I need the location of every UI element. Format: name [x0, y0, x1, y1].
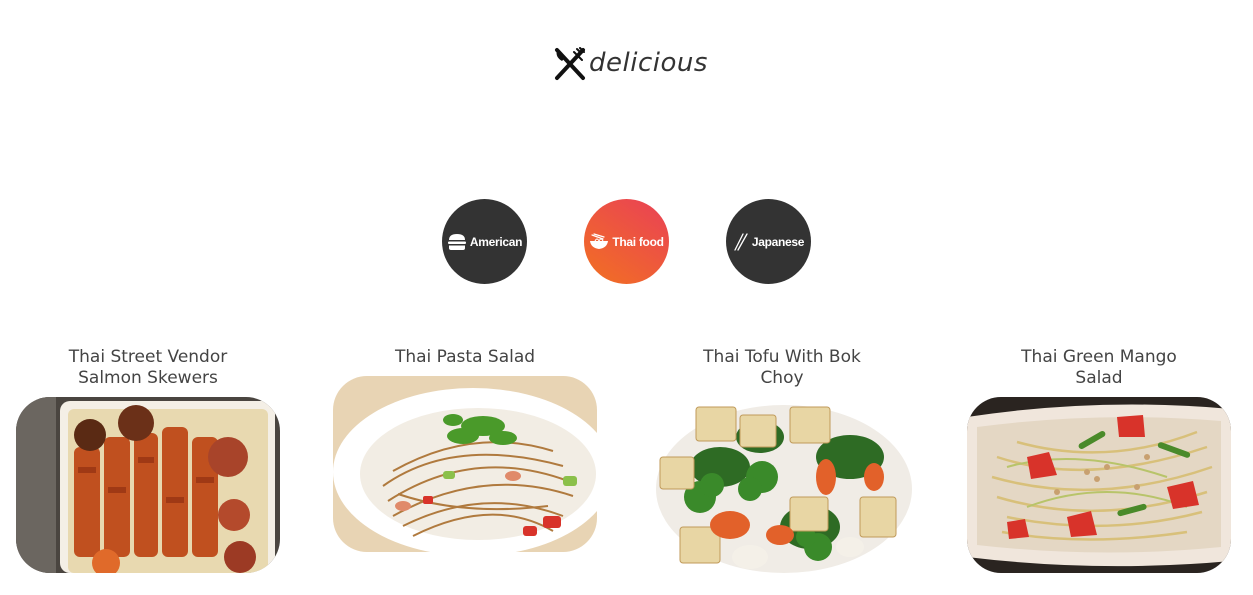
recipe-card[interactable]: Thai Street Vendor Salmon Skewers: [16, 347, 280, 573]
noodle-bowl-icon: [589, 232, 609, 251]
cuisine-label: American: [469, 234, 523, 249]
logo-text: delicious: [589, 48, 708, 78]
cuisine-nav: American Thai food Japanese: [0, 199, 1253, 284]
recipe-image[interactable]: [967, 397, 1231, 573]
cuisine-button-american[interactable]: American: [442, 199, 527, 284]
recipe-image[interactable]: [16, 397, 280, 573]
recipe-title: Thai Street Vendor Salmon Skewers: [68, 347, 228, 388]
recipe-card[interactable]: Thai Tofu With Bok Choy: [650, 347, 914, 573]
recipe-image[interactable]: [333, 376, 597, 552]
site-logo[interactable]: delicious: [553, 46, 708, 82]
recipe-title: Thai Green Mango Salad: [1021, 347, 1177, 388]
recipe-card[interactable]: Thai Pasta Salad: [333, 347, 597, 552]
recipe-title: Thai Pasta Salad: [394, 347, 536, 367]
recipe-image[interactable]: [650, 397, 914, 573]
cuisine-button-japanese[interactable]: Japanese: [726, 199, 811, 284]
burger-icon: [447, 233, 467, 251]
cuisine-button-thai[interactable]: Thai food: [584, 199, 669, 284]
cuisine-label: Japanese: [751, 234, 805, 249]
recipe-card[interactable]: Thai Green Mango Salad: [967, 347, 1231, 573]
fork-knife-icon: [553, 47, 587, 81]
recipe-title: Thai Tofu With Bok Choy: [703, 347, 861, 388]
cuisine-label: Thai food: [612, 234, 664, 249]
chopsticks-icon: [733, 232, 749, 251]
